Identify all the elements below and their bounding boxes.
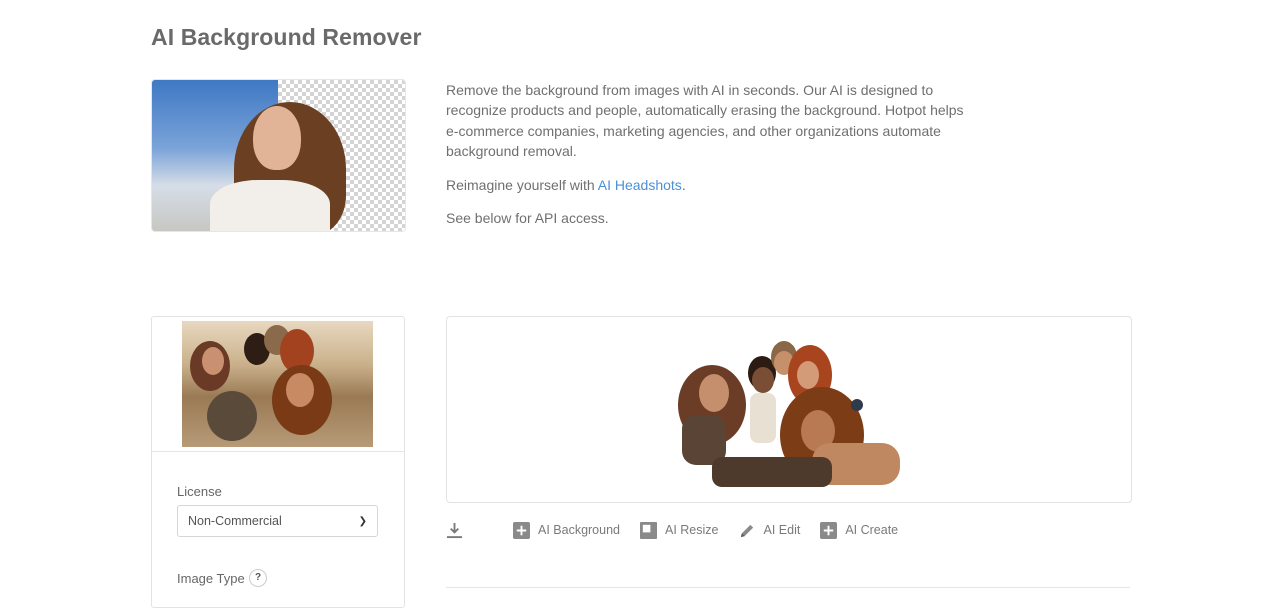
- ai-edit-button[interactable]: AI Edit: [739, 522, 801, 539]
- background-removed-result-image: [678, 341, 900, 487]
- ai-background-button[interactable]: AI Background: [513, 521, 620, 539]
- result-toolbar: AI Background AI Resize AI Edit AI Creat…: [446, 519, 918, 541]
- ai-edit-label: AI Edit: [763, 523, 801, 537]
- download-button[interactable]: [446, 522, 493, 539]
- result-preview: [446, 316, 1132, 503]
- page-title: AI Background Remover: [151, 24, 422, 50]
- plus-square-icon: [513, 521, 530, 539]
- ai-resize-label: AI Resize: [665, 523, 719, 537]
- section-divider: [446, 587, 1130, 588]
- chevron-down-icon: ❯: [358, 515, 367, 527]
- download-icon: [446, 522, 463, 538]
- license-select[interactable]: Non-Commercial ❯: [177, 505, 378, 537]
- ai-headshots-link[interactable]: AI Headshots: [598, 177, 682, 193]
- ai-create-label: AI Create: [845, 523, 899, 537]
- intro-headshots-line: Reimagine yourself with AI Headshots.: [446, 176, 686, 193]
- hero-example-image: [151, 79, 406, 232]
- resize-icon: [640, 521, 657, 539]
- panel-divider: [152, 451, 404, 452]
- help-icon[interactable]: ?: [249, 569, 267, 587]
- intro-description: Remove the background from images with A…: [446, 80, 966, 241]
- pencil-icon: [740, 524, 753, 537]
- ai-resize-button[interactable]: AI Resize: [640, 521, 719, 539]
- ai-create-button[interactable]: AI Create: [820, 521, 899, 539]
- license-label: License: [177, 484, 222, 499]
- ai-background-label: AI Background: [538, 523, 620, 537]
- intro-paragraph: Remove the background from images with A…: [446, 82, 964, 160]
- license-selected-value: Non-Commercial: [188, 514, 282, 528]
- plus-square-icon: [820, 521, 838, 539]
- api-access-note: See below for API access.: [446, 210, 609, 227]
- settings-panel: License Non-Commercial ❯ Image Type ?: [151, 316, 405, 608]
- image-type-label: Image Type: [177, 571, 245, 586]
- uploaded-image-thumbnail[interactable]: [182, 321, 373, 447]
